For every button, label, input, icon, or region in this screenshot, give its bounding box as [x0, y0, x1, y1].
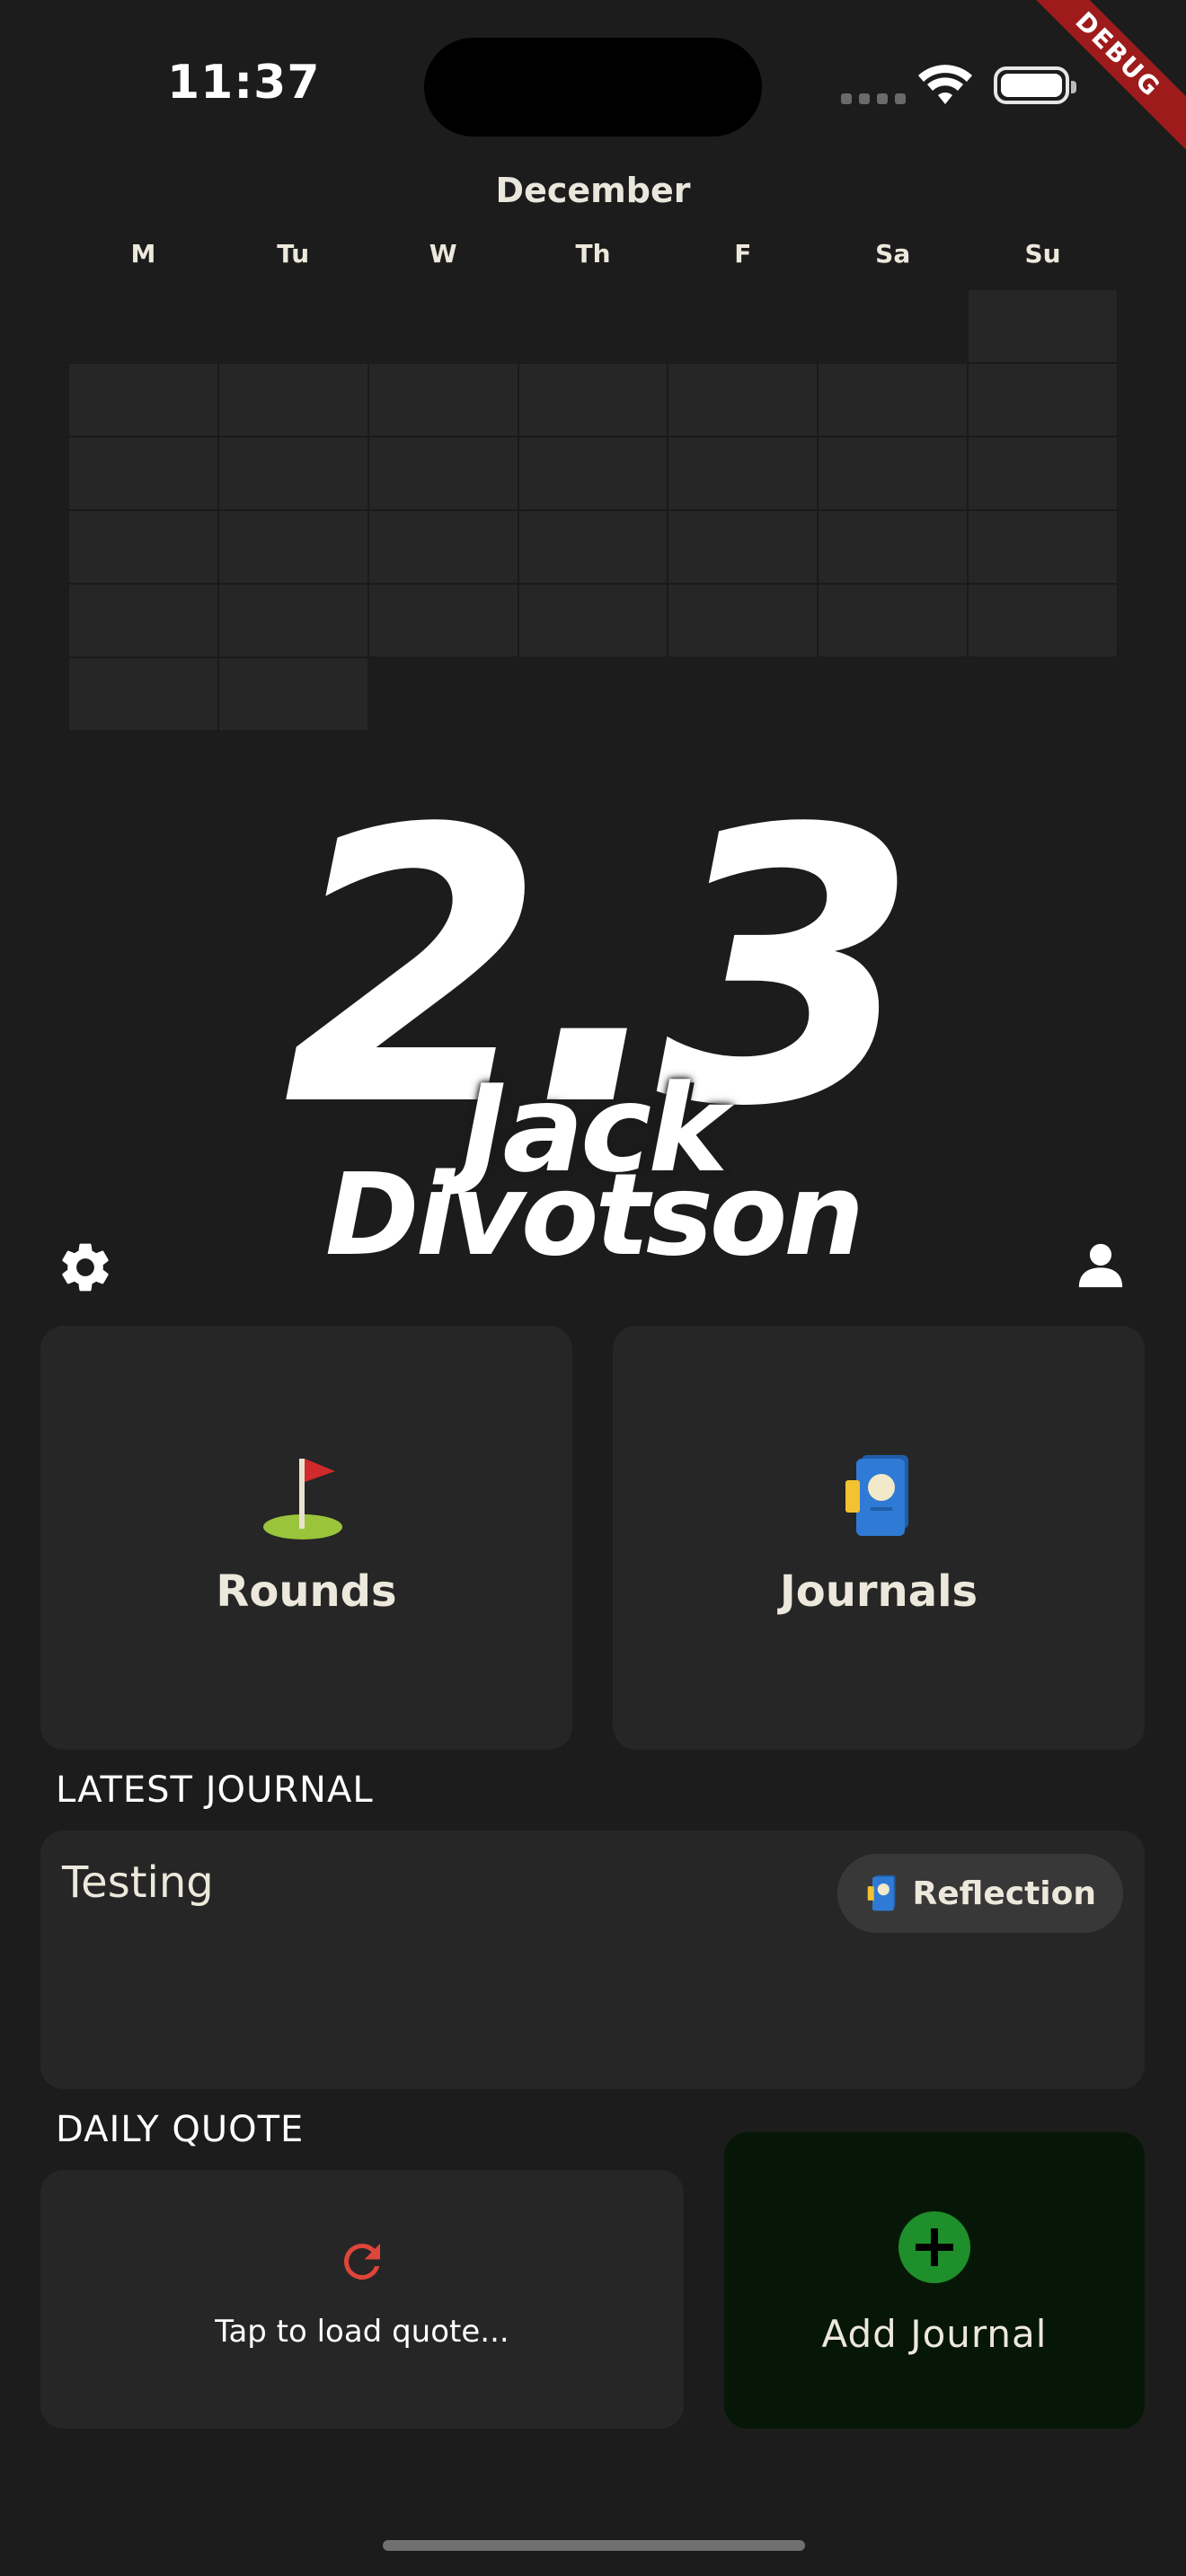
- calendar-day[interactable]: [968, 289, 1118, 363]
- weekday-label: Sa: [875, 239, 911, 269]
- latest-journal-card[interactable]: Testing Reflection: [40, 1831, 1145, 2089]
- calendar-day[interactable]: [68, 584, 218, 657]
- calendar-blank: [218, 289, 368, 363]
- gear-icon[interactable]: [56, 1238, 115, 1297]
- calendar-day[interactable]: [668, 584, 819, 657]
- latest-journal-heading: LATEST JOURNAL: [56, 1769, 374, 1811]
- calendar-day[interactable]: [968, 437, 1118, 510]
- calendar-day[interactable]: [968, 510, 1118, 584]
- calendar-day[interactable]: [217, 363, 368, 437]
- add-journal-button[interactable]: Add Journal: [724, 2132, 1145, 2429]
- player-last-name: Divotson: [325, 1149, 864, 1281]
- weekday-label: Su: [1024, 239, 1061, 269]
- calendar-day[interactable]: [217, 584, 368, 657]
- calendar-day[interactable]: [518, 510, 668, 584]
- calendar-blank: [368, 657, 518, 731]
- calendar-blank: [818, 657, 968, 731]
- calendar-day[interactable]: [668, 510, 819, 584]
- status-time: 11:37: [167, 56, 321, 110]
- add-journal-label: Add Journal: [821, 2312, 1048, 2356]
- calendar-day[interactable]: [217, 657, 368, 731]
- calendar-day[interactable]: [518, 437, 668, 510]
- daily-quote-text: Tap to load quote...: [215, 2314, 509, 2350]
- journal-type-label: Reflection: [912, 1875, 1097, 1912]
- calendar-day[interactable]: [367, 363, 518, 437]
- journals-label: Journals: [779, 1566, 978, 1617]
- calendar-day[interactable]: [217, 510, 368, 584]
- calendar-day[interactable]: [818, 584, 969, 657]
- calendar-day[interactable]: [668, 437, 819, 510]
- weekday-label: W: [429, 239, 457, 269]
- latest-journal-title: Testing: [62, 1857, 214, 1908]
- calendar-weekdays: M Tu W Th F Sa Su: [68, 239, 1118, 269]
- journal-book-icon: [845, 1455, 908, 1536]
- calendar-blank: [68, 289, 218, 363]
- calendar-day[interactable]: [68, 437, 218, 510]
- calendar-day[interactable]: [217, 437, 368, 510]
- journals-tile[interactable]: Journals: [613, 1326, 1145, 1750]
- calendar-day[interactable]: [68, 510, 218, 584]
- calendar-blank: [368, 289, 518, 363]
- weekday-label: M: [130, 239, 156, 269]
- calendar-day[interactable]: [367, 437, 518, 510]
- daily-quote-heading: DAILY QUOTE: [56, 2109, 305, 2150]
- calendar-day[interactable]: [968, 363, 1118, 437]
- calendar-day[interactable]: [818, 437, 969, 510]
- person-icon[interactable]: [1075, 1238, 1127, 1293]
- calendar-month: December: [495, 171, 691, 210]
- calendar-blank: [968, 657, 1118, 731]
- golf-flag-icon: [263, 1459, 342, 1539]
- journal-book-icon: [867, 1875, 896, 1911]
- signal-icon: [841, 93, 906, 104]
- calendar-day[interactable]: [818, 363, 969, 437]
- calendar-blank: [668, 657, 818, 731]
- weekday-label: F: [734, 239, 752, 269]
- calendar-day[interactable]: [968, 584, 1118, 657]
- calendar-blank: [668, 289, 818, 363]
- home-indicator[interactable]: [383, 2540, 805, 2551]
- calendar-grid: [68, 289, 1118, 731]
- calendar-blank: [818, 289, 968, 363]
- weekday-label: Tu: [277, 239, 310, 269]
- calendar-blank: [518, 657, 668, 731]
- calendar-day[interactable]: [668, 363, 819, 437]
- rounds-label: Rounds: [216, 1566, 397, 1617]
- calendar-day[interactable]: [367, 510, 518, 584]
- daily-quote-card[interactable]: Tap to load quote...: [40, 2170, 684, 2429]
- journal-type-chip: Reflection: [836, 1854, 1123, 1933]
- calendar-day[interactable]: [367, 584, 518, 657]
- calendar-blank: [518, 289, 668, 363]
- calendar-day[interactable]: [68, 657, 218, 731]
- plus-icon: [898, 2211, 970, 2283]
- refresh-icon: [343, 2244, 380, 2280]
- calendar-day[interactable]: [518, 363, 668, 437]
- dynamic-island: [424, 38, 762, 137]
- calendar-day[interactable]: [68, 363, 218, 437]
- rounds-tile[interactable]: Rounds: [40, 1326, 572, 1750]
- wifi-icon: [918, 65, 972, 104]
- battery-icon: [994, 66, 1076, 104]
- weekday-label: Th: [575, 239, 611, 269]
- calendar-day[interactable]: [518, 584, 668, 657]
- calendar-day[interactable]: [818, 510, 969, 584]
